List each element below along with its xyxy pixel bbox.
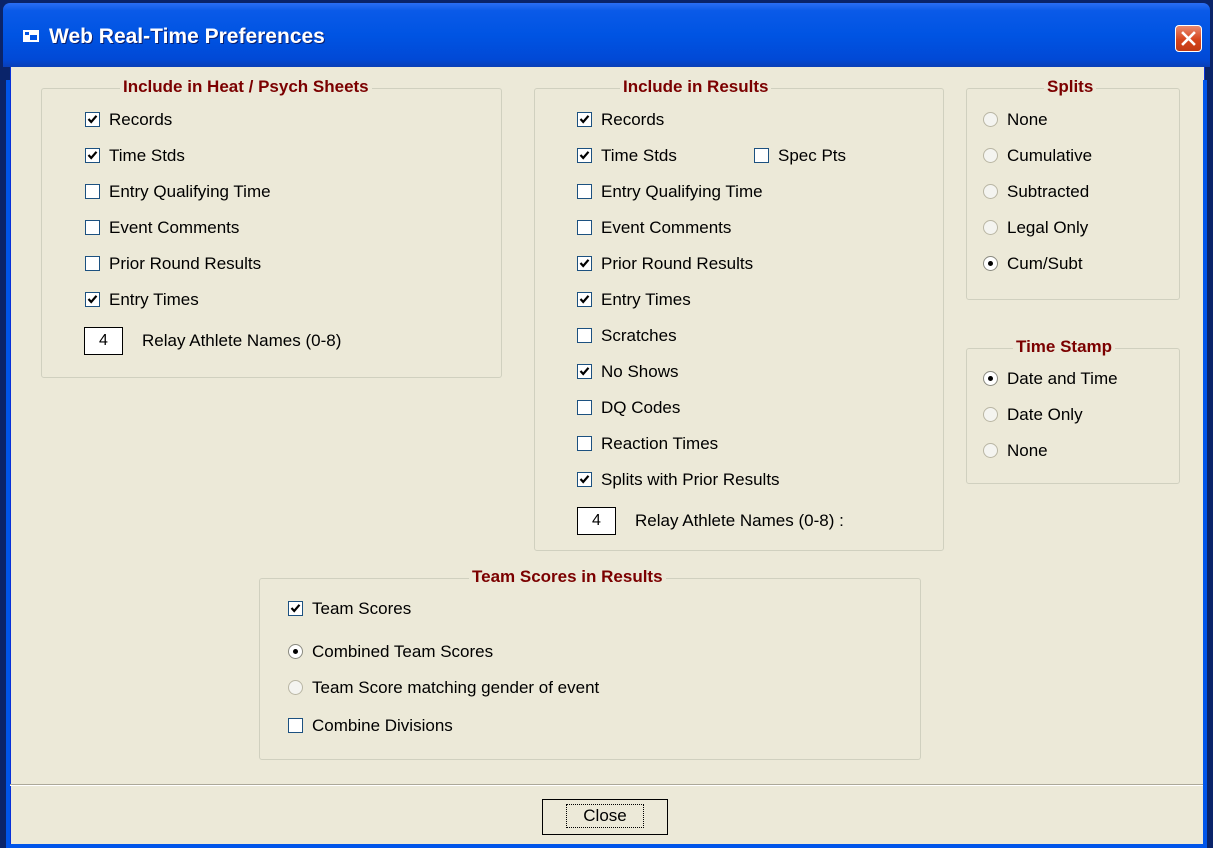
- radio-button: [983, 407, 998, 422]
- splits-legal-only-label: Legal Only: [1007, 218, 1089, 237]
- radio-button: [983, 256, 998, 271]
- time-stamp-date-only-label: Date Only: [1007, 405, 1083, 424]
- radio-button: [983, 371, 998, 386]
- checkbox-box: [288, 601, 303, 616]
- close-button[interactable]: Close: [542, 799, 668, 835]
- team-team-score-matching-gender-of-event-label: Team Score matching gender of event: [312, 678, 600, 697]
- footer-divider: [10, 784, 1203, 786]
- checkbox-box: [577, 220, 592, 235]
- checkbox-box: [577, 436, 592, 451]
- heat-prior-round-results-label: Prior Round Results: [109, 254, 262, 273]
- checkbox-box: [577, 112, 592, 127]
- results-entry-qualifying-time-label: Entry Qualifying Time: [601, 182, 763, 201]
- results-entry-times-label: Entry Times: [601, 290, 691, 309]
- results-splits-with-prior-results-label: Splits with Prior Results: [601, 470, 780, 489]
- time-stamp-group-title: Time Stamp: [1013, 337, 1116, 357]
- checkbox-box: [754, 148, 769, 163]
- heat-records-label: Records: [109, 110, 173, 129]
- splits-none-label: None: [1007, 110, 1048, 129]
- checkbox-box: [577, 256, 592, 271]
- checkbox-box: [288, 718, 303, 733]
- window-app-icon: [23, 30, 39, 42]
- splits-cumulative-label: Cumulative: [1007, 146, 1093, 165]
- spec-pts-label: Spec Pts: [778, 146, 847, 165]
- results-time-stds-label: Time Stds: [601, 146, 677, 165]
- heat-event-comments-label: Event Comments: [109, 218, 240, 237]
- radio-button: [288, 644, 303, 659]
- checkbox-box: [577, 364, 592, 379]
- checkbox-box: [577, 400, 592, 415]
- checkbox-box: [577, 148, 592, 163]
- splits-group-title: Splits: [1044, 77, 1097, 97]
- heat-psych-group-title: Include in Heat / Psych Sheets: [120, 77, 372, 97]
- results-relay-names-input[interactable]: 4: [577, 507, 616, 535]
- close-button-label: Close: [566, 804, 644, 828]
- checkbox-box: [577, 184, 592, 199]
- checkbox-box: [85, 256, 100, 271]
- radio-button: [983, 112, 998, 127]
- heat-entry-times-label: Entry Times: [109, 290, 199, 309]
- results-relay-names-label: Relay Athlete Names (0-8) :: [635, 511, 844, 530]
- results-event-comments-label: Event Comments: [601, 218, 732, 237]
- splits-cum-subt-label: Cum/Subt: [1007, 254, 1083, 273]
- radio-button: [288, 680, 303, 695]
- team-combined-team-scores-label: Combined Team Scores: [312, 642, 494, 661]
- checkbox-box: [577, 292, 592, 307]
- time-stamp-date-and-time-label: Date and Time: [1007, 369, 1118, 388]
- radio-button: [983, 220, 998, 235]
- close-window-icon[interactable]: [1175, 25, 1202, 52]
- radio-button: [983, 148, 998, 163]
- title-bar[interactable]: Web Real-Time Preferences: [3, 3, 1210, 67]
- heat-relay-names-input[interactable]: 4: [84, 327, 123, 355]
- heat-entry-qualifying-time-label: Entry Qualifying Time: [109, 182, 271, 201]
- checkbox-box: [85, 292, 100, 307]
- results-group-title: Include in Results: [620, 77, 772, 97]
- splits-subtracted-label: Subtracted: [1007, 182, 1090, 201]
- results-scratches-label: Scratches: [601, 326, 677, 345]
- radio-button: [983, 443, 998, 458]
- team-scores-group-title: Team Scores in Results: [469, 567, 666, 587]
- results-prior-round-results-label: Prior Round Results: [601, 254, 754, 273]
- checkbox-box: [85, 112, 100, 127]
- results-dq-codes-label: DQ Codes: [601, 398, 681, 417]
- checkbox-box: [577, 328, 592, 343]
- radio-button: [983, 184, 998, 199]
- results-records-label: Records: [601, 110, 665, 129]
- combine-divisions-label: Combine Divisions: [312, 716, 453, 735]
- heat-time-stds-label: Time Stds: [109, 146, 185, 165]
- heat-relay-names-label: Relay Athlete Names (0-8): [142, 331, 342, 350]
- team-scores-label: Team Scores: [312, 599, 412, 618]
- results-reaction-times-label: Reaction Times: [601, 434, 719, 453]
- checkbox-box: [85, 148, 100, 163]
- results-no-shows-label: No Shows: [601, 362, 679, 381]
- checkbox-box: [85, 184, 100, 199]
- time-stamp-none-label: None: [1007, 441, 1048, 460]
- checkbox-box: [577, 472, 592, 487]
- window-title: Web Real-Time Preferences: [49, 25, 325, 48]
- checkbox-box: [85, 220, 100, 235]
